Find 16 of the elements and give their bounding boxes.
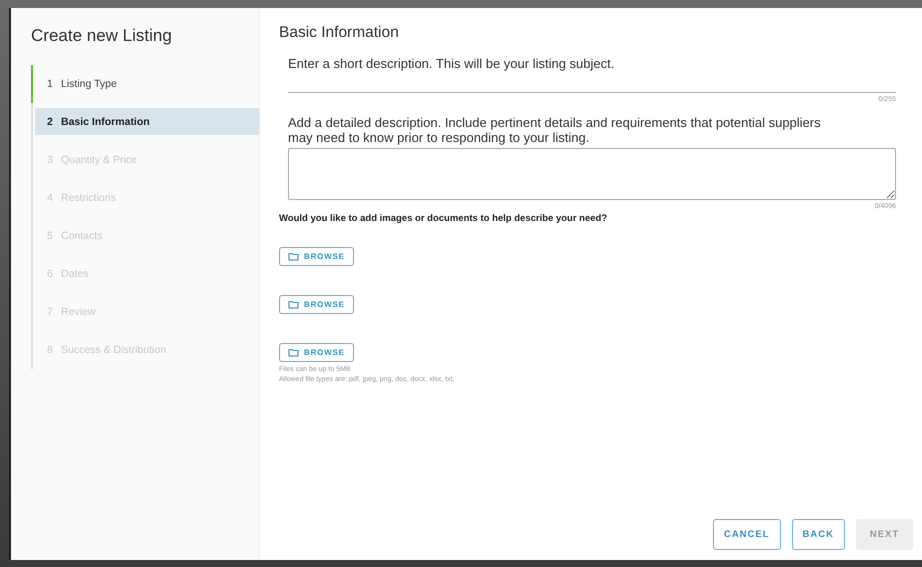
folder-icon (288, 252, 299, 261)
step-item[interactable]: 2 Basic Information (35, 108, 259, 135)
folder-icon (288, 348, 299, 357)
wizard-title: Create new Listing (31, 26, 173, 46)
browse-button[interactable]: BROWSE (279, 343, 354, 362)
step-item[interactable]: 1 Listing Type (31, 65, 259, 103)
footer-button[interactable]: CANCEL (712, 519, 781, 550)
section-title: Basic Information (279, 24, 400, 42)
browse-button[interactable]: BROWSE (279, 295, 354, 314)
attachments-question: Would you like to add images or documents to help describe your need? (279, 213, 608, 224)
text-area[interactable] (288, 148, 896, 200)
field-label: Add a detailed description. Include pertinent details and requirements that potential suppliers may need to know prior to responding to your listing. (288, 115, 822, 145)
footer-button[interactable]: BACK (792, 519, 845, 550)
field-label: Enter a short description. This will be your listing subject. (288, 56, 616, 71)
folder-icon (288, 300, 299, 309)
browse-button[interactable]: BROWSE (279, 247, 354, 266)
